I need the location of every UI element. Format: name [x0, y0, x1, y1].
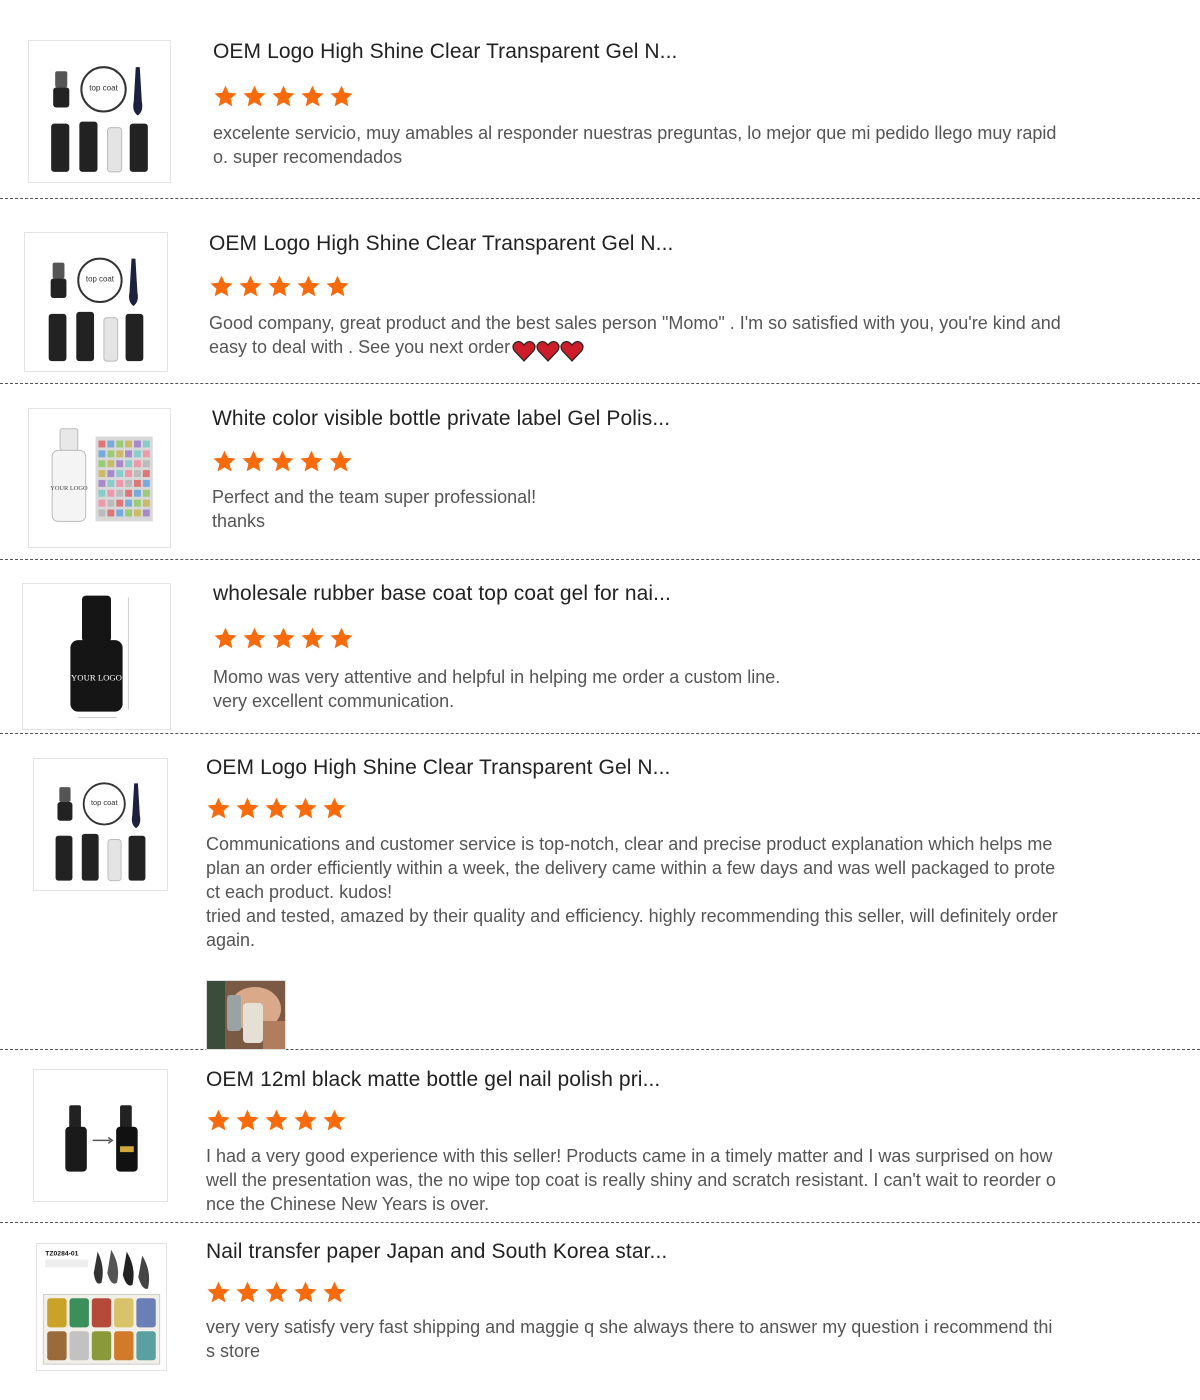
review-item: top coat OEM Logo High Shine Clear Trans…: [0, 199, 1200, 384]
product-title[interactable]: OEM Logo High Shine Clear Transparent Ge…: [206, 756, 671, 780]
product-image-label: YOUR LOGO: [50, 485, 88, 492]
product-image-label: top coat: [86, 274, 115, 283]
star-icon: [210, 275, 233, 297]
heart-icon: [512, 341, 536, 363]
star-icon: [236, 1109, 259, 1131]
star-icon: [265, 1109, 288, 1131]
star-icon: [272, 627, 295, 649]
star-icon: [323, 1281, 346, 1303]
heart-icon: [560, 341, 584, 363]
star-icon: [213, 450, 236, 472]
emoji-group: [512, 338, 584, 363]
star-icon: [207, 797, 230, 819]
star-icon: [265, 797, 288, 819]
star-rating: [213, 626, 354, 651]
star-rating: [212, 449, 353, 474]
review-text: Perfect and the team super professional!…: [212, 487, 537, 531]
review-item: YOUR LOGO White color visible bottle pri…: [0, 384, 1200, 560]
product-thumbnail[interactable]: TZ0284-01: [36, 1243, 167, 1371]
star-icon: [207, 1281, 230, 1303]
review-text: I had a very good experience with this s…: [206, 1146, 1056, 1214]
gel-polish-set-icon: top coat: [51, 66, 148, 173]
product-thumbnail[interactable]: top coat: [33, 758, 168, 891]
review-text: very very satisfy very fast shipping and…: [206, 1317, 1053, 1361]
star-icon: [326, 275, 349, 297]
product-thumbnail[interactable]: YOUR LOGO: [22, 583, 171, 730]
star-icon: [272, 85, 295, 107]
star-icon: [297, 275, 320, 297]
nail-foil-set-icon: TZ0284-01: [42, 1249, 161, 1365]
review-text: Good company, great product and the best…: [209, 311, 1169, 363]
review-text: excelente servicio, muy amables al respo…: [213, 123, 1057, 167]
product-image-label: top coat: [91, 798, 118, 807]
white-bottle-color-chart-icon: YOUR LOGO: [50, 428, 153, 522]
gel-polish-set-icon: top coat: [48, 257, 144, 362]
product-image-label: TZ0284-01: [45, 1251, 78, 1258]
star-icon: [323, 1109, 346, 1131]
gel-polish-set-icon: top coat: [55, 782, 146, 882]
product-title[interactable]: Nail transfer paper Japan and South Kore…: [206, 1240, 667, 1264]
heart-icon: [536, 341, 560, 363]
review-item: OEM 12ml black matte bottle gel nail pol…: [0, 1050, 1200, 1223]
star-icon: [214, 85, 237, 107]
star-icon: [301, 85, 324, 107]
star-icon: [301, 627, 324, 649]
product-title[interactable]: OEM 12ml black matte bottle gel nail pol…: [206, 1068, 660, 1092]
black-bottle-icon: YOUR LOGO: [70, 595, 129, 718]
star-icon: [242, 450, 265, 472]
star-icon: [329, 450, 352, 472]
star-icon: [294, 797, 317, 819]
star-rating: [213, 84, 354, 109]
star-icon: [323, 797, 346, 819]
star-icon: [243, 85, 266, 107]
star-icon: [300, 450, 323, 472]
product-thumbnail[interactable]: top coat: [24, 232, 168, 372]
product-image-label: top coat: [89, 83, 118, 92]
star-icon: [236, 1281, 259, 1303]
product-image-label: YOUR LOGO: [71, 673, 122, 683]
customer-photo-icon: [207, 981, 285, 1049]
product-thumbnail[interactable]: [33, 1069, 168, 1202]
review-item: YOUR LOGO wholesale rubber base coat top…: [0, 560, 1200, 734]
star-icon: [294, 1281, 317, 1303]
review-text-body: Good company, great product and the best…: [209, 313, 1061, 357]
star-icon: [265, 1281, 288, 1303]
star-icon: [294, 1109, 317, 1131]
star-icon: [243, 627, 266, 649]
star-icon: [214, 627, 237, 649]
star-icon: [330, 85, 353, 107]
star-rating: [209, 274, 350, 299]
matte-bottle-comparison-icon: [65, 1105, 138, 1172]
star-rating: [206, 796, 347, 821]
product-title[interactable]: OEM Logo High Shine Clear Transparent Ge…: [209, 232, 674, 256]
review-item: TZ0284-01 Nail transfer paper Japan and …: [0, 1223, 1200, 1400]
product-title[interactable]: White color visible bottle private label…: [212, 407, 670, 431]
star-icon: [271, 450, 294, 472]
star-icon: [330, 627, 353, 649]
review-item: top coat OEM Logo High Shine Clear Trans…: [0, 734, 1200, 1050]
star-icon: [236, 797, 259, 819]
product-title[interactable]: wholesale rubber base coat top coat gel …: [213, 582, 671, 606]
star-icon: [268, 275, 291, 297]
customer-photo[interactable]: [206, 980, 286, 1050]
review-text: Momo was very attentive and helpful in h…: [213, 667, 781, 711]
review-text: Communications and customer service is t…: [206, 834, 1058, 950]
star-rating: [206, 1108, 347, 1133]
star-icon: [239, 275, 262, 297]
star-icon: [207, 1109, 230, 1131]
review-item: top coat OEM Logo High Shine Clear Trans…: [0, 0, 1200, 199]
star-rating: [206, 1280, 347, 1305]
product-thumbnail[interactable]: top coat: [28, 40, 171, 183]
product-thumbnail[interactable]: YOUR LOGO: [28, 408, 171, 548]
product-title[interactable]: OEM Logo High Shine Clear Transparent Ge…: [213, 40, 678, 64]
